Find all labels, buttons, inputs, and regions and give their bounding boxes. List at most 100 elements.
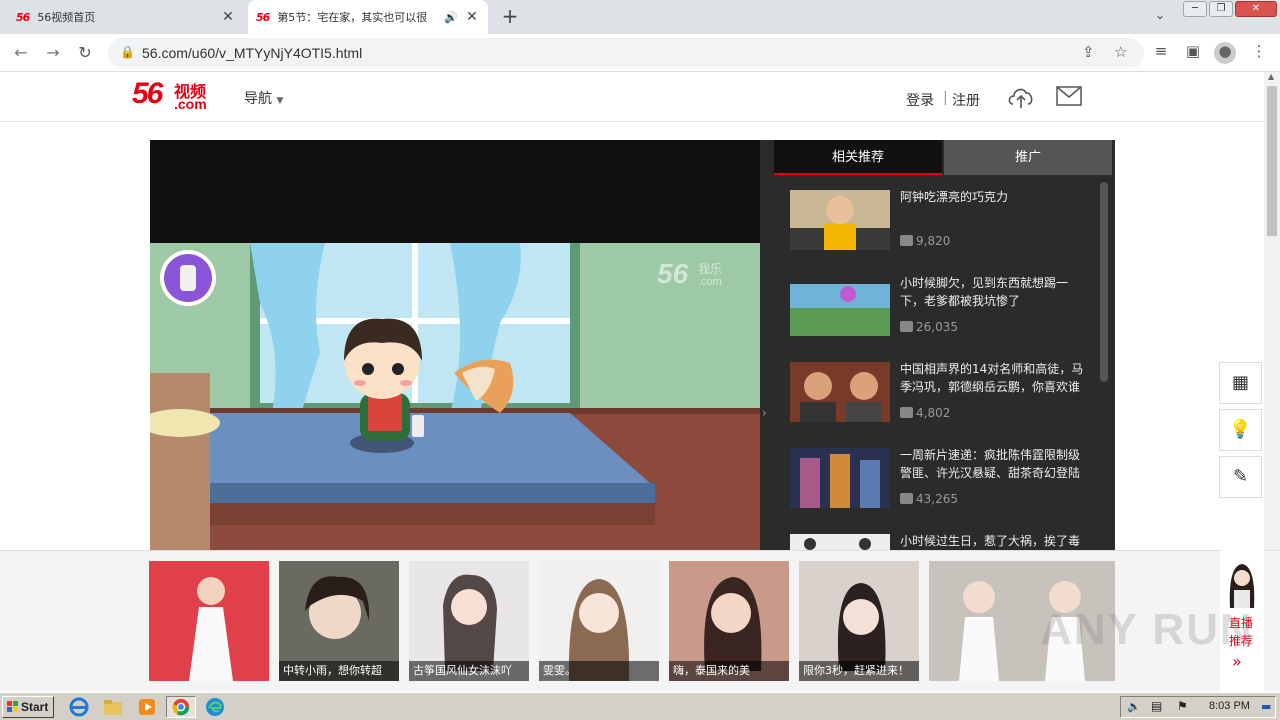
video-title[interactable]: 阿钟吃漂亮的巧克力	[900, 188, 1090, 206]
tab-related[interactable]: 相关推荐	[774, 140, 942, 175]
list-item[interactable]: 小时候脚欠，见到东西就想踢一下，老爹都被我坑惨了 26,035	[790, 276, 1090, 336]
chrome-taskbar-button[interactable]	[166, 696, 196, 718]
live-caption: 中转小雨，想你转超	[279, 661, 399, 681]
nav-dropdown[interactable]: 导航 ▼	[244, 88, 283, 108]
flag-icon[interactable]: ⚑	[1177, 699, 1188, 713]
scrollbar-thumb[interactable]	[1267, 86, 1277, 236]
video-title[interactable]: 中国相声界的14对名师和高徒，马季冯巩，郭德纲岳云鹏，你喜欢谁	[900, 360, 1090, 396]
video-thumbnail[interactable]	[790, 190, 890, 250]
live-caption: 雯雯。	[539, 661, 659, 681]
system-tray: 🔈 ▤ ⚑ 8:03 PM ▬	[1120, 696, 1276, 718]
folder-icon[interactable]	[102, 696, 124, 718]
site-header: 56 视频 .com 导航 ▼ 登录 | 注册	[0, 72, 1280, 122]
close-window-button[interactable]: ✕	[1235, 1, 1277, 17]
view-count-value: 9,820	[916, 234, 951, 248]
live-thumbnail	[149, 561, 269, 681]
live-card[interactable]	[149, 561, 269, 681]
video-thumbnail[interactable]	[790, 276, 890, 336]
browser-menu-icon[interactable]: ⋮	[1248, 42, 1270, 64]
view-count-value: 26,035	[916, 320, 958, 334]
panel-scrollbar[interactable]	[1100, 182, 1108, 382]
player-watermark-cn: 我乐	[698, 262, 722, 276]
chrome-icon	[172, 698, 190, 716]
live-avatar	[1229, 564, 1255, 608]
lightbulb-icon[interactable]: 💡	[1219, 409, 1262, 451]
view-count: 4,802	[900, 406, 950, 420]
list-item[interactable]: 一周新片速递：疯批陈伟霆限制级警匪、许光汉悬疑、甜茶奇幻登陆 43,265	[790, 448, 1090, 508]
site-favicon: 56	[16, 10, 30, 24]
profile-avatar-icon[interactable]: ●	[1214, 42, 1236, 64]
site-favicon: 56	[256, 10, 270, 24]
related-panel: 相关推荐 推广 阿钟吃漂亮的巧克力 9,820 小时候脚欠，见到东西就想踢一下，…	[774, 140, 1115, 550]
network-icon[interactable]: ▤	[1151, 699, 1162, 713]
video-title[interactable]: 小时候过生日，惹了大祸，挨了毒	[900, 532, 1090, 550]
login-link[interactable]: 登录	[906, 90, 934, 110]
video-thumbnail[interactable]	[790, 362, 890, 422]
live-card[interactable]: 限你3秒，赶紧进来！	[799, 561, 919, 681]
video-player[interactable]: 56 我乐 .com	[150, 140, 760, 550]
side-panel-icon[interactable]: ▣	[1182, 42, 1204, 64]
show-desktop-icon[interactable]: ▬	[1261, 700, 1271, 713]
windows-flag-icon	[7, 701, 18, 712]
panel-collapse-bar[interactable]: ›	[760, 140, 774, 550]
scroll-up-arrow-icon[interactable]: ▲	[1268, 72, 1274, 81]
close-tab-icon[interactable]: ✕	[464, 9, 480, 25]
close-tab-icon[interactable]: ✕	[220, 9, 236, 25]
new-tab-button[interactable]: +	[498, 5, 522, 29]
view-count: 26,035	[900, 320, 958, 334]
list-item[interactable]: 中国相声界的14对名师和高徒，马季冯巩，郭德纲岳云鹏，你喜欢谁 4,802	[790, 362, 1090, 422]
divider: |	[943, 90, 948, 106]
browser-tab-video[interactable]: 56 第5节：宅在家，其实也可以很 🔊 ✕	[248, 0, 488, 34]
back-arrow-icon[interactable]: ←	[10, 42, 32, 64]
live-card[interactable]: 中转小雨，想你转超	[279, 561, 399, 681]
address-bar[interactable]: 🔒 56.com/u60/v_MTYyNjY4OTI5.html ⇪ ☆	[108, 38, 1144, 68]
view-count: 43,265	[900, 492, 958, 506]
reload-icon[interactable]: ↻	[74, 42, 96, 64]
live-caption: 古筝国风仙女沫沫吖	[409, 661, 529, 681]
share-icon[interactable]: ⇪	[1082, 43, 1095, 61]
list-item[interactable]: 小时候过生日，惹了大祸，挨了毒	[790, 534, 1090, 550]
live-card[interactable]: 古筝国风仙女沫沫吖	[409, 561, 529, 681]
tab-title: 56视频首页	[37, 11, 96, 24]
edge-icon[interactable]	[204, 696, 226, 718]
mail-icon[interactable]	[1056, 86, 1082, 106]
tab-promotion[interactable]: 推广	[944, 140, 1112, 175]
browser-toolbar: ← → ↻ 🔒 56.com/u60/v_MTYyNjY4OTI5.html ⇪…	[0, 34, 1280, 72]
anyrun-watermark: ANY RUN	[1040, 605, 1254, 654]
tab-search-chevron-icon[interactable]: ⌄	[1150, 8, 1170, 26]
player-watermark-dotcom: .com	[698, 276, 722, 288]
bookmark-star-icon[interactable]: ☆	[1114, 43, 1127, 61]
media-control-icon[interactable]: ≡	[1150, 42, 1172, 64]
live-card[interactable]: 嗨，泰国来的美	[669, 561, 789, 681]
logo-number: 56	[132, 77, 163, 110]
speaker-icon[interactable]: 🔊	[444, 11, 458, 24]
forward-arrow-icon[interactable]: →	[42, 42, 64, 64]
list-item[interactable]: 阿钟吃漂亮的巧克力 9,820	[790, 190, 1090, 250]
windows-taskbar: Start 🔈 ▤ ⚑ 8:03 PM ▬	[0, 692, 1280, 720]
media-player-icon[interactable]	[136, 696, 158, 718]
register-link[interactable]: 注册	[952, 90, 980, 110]
restore-button[interactable]: ❐	[1209, 1, 1233, 17]
tab-title: 第5节：宅在家，其实也可以很	[277, 11, 428, 24]
feedback-edit-icon[interactable]: ✎	[1219, 456, 1262, 498]
url-text[interactable]: 56.com/u60/v_MTYyNjY4OTI5.html	[142, 45, 362, 61]
video-title[interactable]: 小时候脚欠，见到东西就想踢一下，老爹都被我坑惨了	[900, 274, 1090, 310]
start-button[interactable]: Start	[2, 696, 54, 718]
video-thumbnail[interactable]	[790, 448, 890, 508]
view-count-value: 43,265	[916, 492, 958, 506]
video-title[interactable]: 一周新片速递：疯批陈伟霆限制级警匪、许光汉悬疑、甜茶奇幻登陆	[900, 446, 1090, 482]
internet-explorer-icon[interactable]	[68, 696, 90, 718]
minimize-button[interactable]: ─	[1183, 1, 1207, 17]
player-watermark-number: 56	[657, 258, 689, 289]
video-frame: 56 我乐 .com	[150, 243, 760, 550]
view-count-value: 4,802	[916, 406, 951, 420]
upload-cloud-icon[interactable]	[1006, 82, 1036, 110]
live-card[interactable]: 雯雯。	[539, 561, 659, 681]
volume-icon[interactable]: 🔈	[1127, 700, 1141, 713]
chevron-right-icon[interactable]: ›	[762, 406, 767, 420]
qr-code-icon[interactable]: ▦	[1219, 362, 1262, 404]
live-caption: 嗨，泰国来的美	[669, 661, 789, 681]
nav-label: 导航	[244, 91, 272, 107]
video-thumbnail[interactable]	[790, 534, 890, 550]
browser-tab-home[interactable]: 56 56视频首页 ✕	[8, 0, 244, 34]
